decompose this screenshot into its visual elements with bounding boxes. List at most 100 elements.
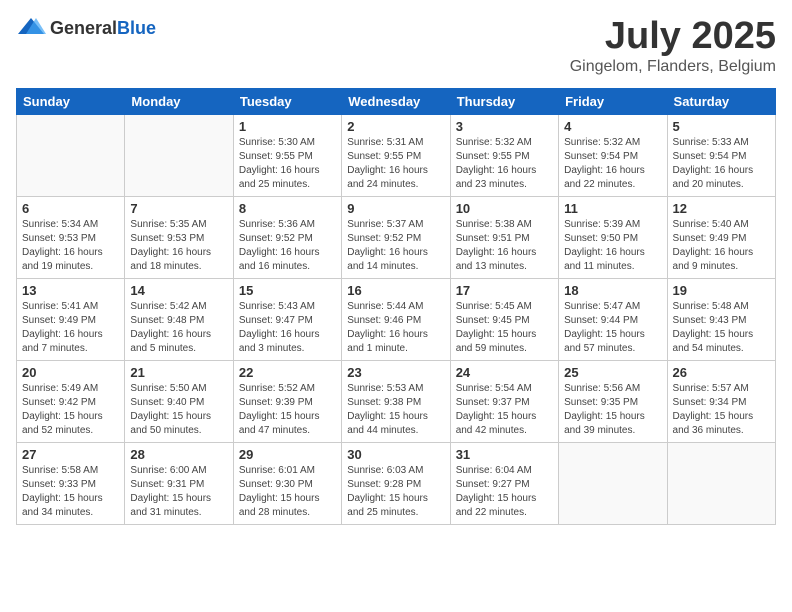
day-number: 21 <box>130 365 227 380</box>
calendar-cell: 9 Sunrise: 5:37 AMSunset: 9:52 PMDaylight… <box>342 196 450 278</box>
calendar-cell: 1 Sunrise: 5:30 AMSunset: 9:55 PMDaylight… <box>233 114 341 196</box>
day-number: 5 <box>673 119 770 134</box>
calendar-week-row: 1 Sunrise: 5:30 AMSunset: 9:55 PMDaylight… <box>17 114 776 196</box>
day-number: 24 <box>456 365 553 380</box>
day-number: 19 <box>673 283 770 298</box>
weekday-header: Thursday <box>450 88 558 114</box>
calendar-cell: 29 Sunrise: 6:01 AMSunset: 9:30 PMDayligh… <box>233 442 341 524</box>
day-number: 27 <box>22 447 119 462</box>
day-detail: Sunrise: 5:33 AMSunset: 9:54 PMDaylight:… <box>673 136 770 192</box>
calendar-cell <box>667 442 775 524</box>
day-detail: Sunrise: 6:04 AMSunset: 9:27 PMDaylight:… <box>456 464 553 520</box>
day-number: 7 <box>130 201 227 216</box>
calendar-week-row: 13 Sunrise: 5:41 AMSunset: 9:49 PMDayligh… <box>17 278 776 360</box>
day-detail: Sunrise: 5:41 AMSunset: 9:49 PMDaylight:… <box>22 300 119 356</box>
calendar-cell <box>559 442 667 524</box>
day-detail: Sunrise: 5:30 AMSunset: 9:55 PMDaylight:… <box>239 136 336 192</box>
calendar-cell: 8 Sunrise: 5:36 AMSunset: 9:52 PMDaylight… <box>233 196 341 278</box>
day-detail: Sunrise: 5:56 AMSunset: 9:35 PMDaylight:… <box>564 382 661 438</box>
calendar-cell: 26 Sunrise: 5:57 AMSunset: 9:34 PMDayligh… <box>667 360 775 442</box>
page-header: GeneralBlue July 2025 Gingelom, Flanders… <box>16 16 776 76</box>
calendar-cell: 20Sunrise: 5:49 AMSunset: 9:42 PMDayligh… <box>17 360 125 442</box>
day-number: 30 <box>347 447 444 462</box>
day-detail: Sunrise: 5:35 AMSunset: 9:53 PMDaylight:… <box>130 218 227 274</box>
day-number: 29 <box>239 447 336 462</box>
day-number: 13 <box>22 283 119 298</box>
day-detail: Sunrise: 5:45 AMSunset: 9:45 PMDaylight:… <box>456 300 553 356</box>
day-number: 8 <box>239 201 336 216</box>
day-detail: Sunrise: 6:03 AMSunset: 9:28 PMDaylight:… <box>347 464 444 520</box>
logo: GeneralBlue <box>16 16 156 40</box>
day-detail: Sunrise: 5:39 AMSunset: 9:50 PMDaylight:… <box>564 218 661 274</box>
day-detail: Sunrise: 5:57 AMSunset: 9:34 PMDaylight:… <box>673 382 770 438</box>
day-detail: Sunrise: 5:36 AMSunset: 9:52 PMDaylight:… <box>239 218 336 274</box>
weekday-header: Monday <box>125 88 233 114</box>
day-number: 2 <box>347 119 444 134</box>
title-block: July 2025 Gingelom, Flanders, Belgium <box>570 16 776 76</box>
calendar-cell: 6 Sunrise: 5:34 AMSunset: 9:53 PMDaylight… <box>17 196 125 278</box>
logo-general: General <box>50 18 117 38</box>
day-number: 16 <box>347 283 444 298</box>
calendar-cell: 11 Sunrise: 5:39 AMSunset: 9:50 PMDayligh… <box>559 196 667 278</box>
day-number: 25 <box>564 365 661 380</box>
calendar-cell: 27 Sunrise: 5:58 AMSunset: 9:33 PMDayligh… <box>17 442 125 524</box>
calendar-week-row: 20Sunrise: 5:49 AMSunset: 9:42 PMDayligh… <box>17 360 776 442</box>
day-detail: Sunrise: 5:32 AMSunset: 9:54 PMDaylight:… <box>564 136 661 192</box>
day-number: 1 <box>239 119 336 134</box>
weekday-header: Sunday <box>17 88 125 114</box>
day-number: 17 <box>456 283 553 298</box>
calendar-cell: 30 Sunrise: 6:03 AMSunset: 9:28 PMDayligh… <box>342 442 450 524</box>
weekday-header: Tuesday <box>233 88 341 114</box>
day-detail: Sunrise: 6:00 AMSunset: 9:31 PMDaylight:… <box>130 464 227 520</box>
day-detail: Sunrise: 5:48 AMSunset: 9:43 PMDaylight:… <box>673 300 770 356</box>
calendar-cell: 31 Sunrise: 6:04 AMSunset: 9:27 PMDayligh… <box>450 442 558 524</box>
calendar-cell: 5 Sunrise: 5:33 AMSunset: 9:54 PMDaylight… <box>667 114 775 196</box>
day-detail: Sunrise: 5:37 AMSunset: 9:52 PMDaylight:… <box>347 218 444 274</box>
calendar-week-row: 27 Sunrise: 5:58 AMSunset: 9:33 PMDayligh… <box>17 442 776 524</box>
calendar-cell: 15 Sunrise: 5:43 AMSunset: 9:47 PMDayligh… <box>233 278 341 360</box>
day-number: 4 <box>564 119 661 134</box>
day-detail: Sunrise: 5:42 AMSunset: 9:48 PMDaylight:… <box>130 300 227 356</box>
calendar-cell: 4 Sunrise: 5:32 AMSunset: 9:54 PMDaylight… <box>559 114 667 196</box>
day-number: 14 <box>130 283 227 298</box>
location-title: Gingelom, Flanders, Belgium <box>570 58 776 76</box>
day-number: 26 <box>673 365 770 380</box>
calendar-cell: 24Sunrise: 5:54 AMSunset: 9:37 PMDayligh… <box>450 360 558 442</box>
calendar-week-row: 6 Sunrise: 5:34 AMSunset: 9:53 PMDaylight… <box>17 196 776 278</box>
calendar-cell: 18Sunrise: 5:47 AMSunset: 9:44 PMDayligh… <box>559 278 667 360</box>
calendar-cell: 2Sunrise: 5:31 AMSunset: 9:55 PMDaylight… <box>342 114 450 196</box>
day-number: 10 <box>456 201 553 216</box>
day-detail: Sunrise: 5:49 AMSunset: 9:42 PMDaylight:… <box>22 382 119 438</box>
calendar-cell: 21 Sunrise: 5:50 AMSunset: 9:40 PMDayligh… <box>125 360 233 442</box>
day-number: 9 <box>347 201 444 216</box>
calendar-cell: 23Sunrise: 5:53 AMSunset: 9:38 PMDayligh… <box>342 360 450 442</box>
day-detail: Sunrise: 5:34 AMSunset: 9:53 PMDaylight:… <box>22 218 119 274</box>
calendar-cell: 16 Sunrise: 5:44 AMSunset: 9:46 PMDayligh… <box>342 278 450 360</box>
day-number: 23 <box>347 365 444 380</box>
day-detail: Sunrise: 6:01 AMSunset: 9:30 PMDaylight:… <box>239 464 336 520</box>
calendar-table: SundayMondayTuesdayWednesdayThursdayFrid… <box>16 88 776 525</box>
calendar-cell <box>125 114 233 196</box>
day-detail: Sunrise: 5:32 AMSunset: 9:55 PMDaylight:… <box>456 136 553 192</box>
day-number: 28 <box>130 447 227 462</box>
day-number: 18 <box>564 283 661 298</box>
calendar-cell: 12Sunrise: 5:40 AMSunset: 9:49 PMDayligh… <box>667 196 775 278</box>
day-detail: Sunrise: 5:44 AMSunset: 9:46 PMDaylight:… <box>347 300 444 356</box>
calendar-cell: 17 Sunrise: 5:45 AMSunset: 9:45 PMDayligh… <box>450 278 558 360</box>
day-detail: Sunrise: 5:38 AMSunset: 9:51 PMDaylight:… <box>456 218 553 274</box>
day-detail: Sunrise: 5:58 AMSunset: 9:33 PMDaylight:… <box>22 464 119 520</box>
calendar-cell: 14 Sunrise: 5:42 AMSunset: 9:48 PMDayligh… <box>125 278 233 360</box>
day-number: 11 <box>564 201 661 216</box>
weekday-header: Saturday <box>667 88 775 114</box>
day-number: 6 <box>22 201 119 216</box>
calendar-cell: 3Sunrise: 5:32 AMSunset: 9:55 PMDaylight… <box>450 114 558 196</box>
day-detail: Sunrise: 5:43 AMSunset: 9:47 PMDaylight:… <box>239 300 336 356</box>
calendar-cell: 22Sunrise: 5:52 AMSunset: 9:39 PMDayligh… <box>233 360 341 442</box>
day-detail: Sunrise: 5:50 AMSunset: 9:40 PMDaylight:… <box>130 382 227 438</box>
logo-icon <box>16 16 46 40</box>
day-number: 15 <box>239 283 336 298</box>
calendar-cell: 25 Sunrise: 5:56 AMSunset: 9:35 PMDayligh… <box>559 360 667 442</box>
calendar-cell: 19 Sunrise: 5:48 AMSunset: 9:43 PMDayligh… <box>667 278 775 360</box>
day-number: 31 <box>456 447 553 462</box>
calendar-header-row: SundayMondayTuesdayWednesdayThursdayFrid… <box>17 88 776 114</box>
